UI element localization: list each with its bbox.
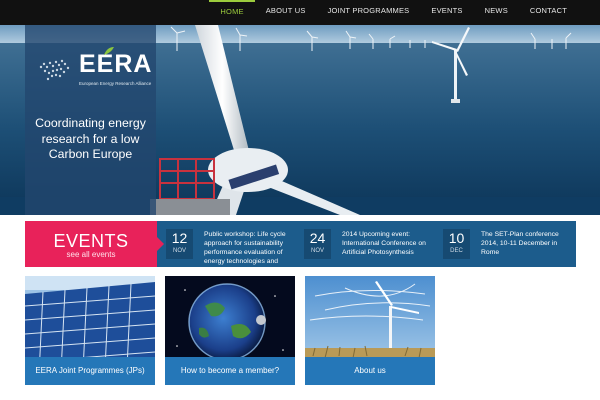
event-item[interactable]: 24 NOV 2014 Upcoming event: Internationa… [304,221,439,267]
main-menu: HOME ABOUT US JOINT PROGRAMMES EVENTS NE… [209,0,578,25]
logo-wordmark: EERA [79,50,153,78]
event-day: 10 [448,230,465,246]
nav-item-home[interactable]: HOME [209,0,255,25]
nav-item-news[interactable]: NEWS [474,0,519,25]
europe-map-icon [39,59,70,81]
event-month: NOV [310,248,324,254]
tile-label[interactable]: EERA Joint Programmes (JPs) [25,357,155,385]
event-title[interactable]: The SET-Plan conference 2014, 10-11 Dece… [481,230,573,267]
eera-logo[interactable]: EERA European Energy Research Alliance [35,45,151,95]
leaf-accent-icon [104,47,114,55]
tile-label[interactable]: About us [305,357,435,385]
event-item[interactable]: 12 NOV Public workshop: Life cycle appro… [166,221,301,267]
event-date: 24 NOV [304,229,331,259]
event-date: 10 DEC [443,229,470,259]
logo-subtitle: European Energy Research Alliance [79,81,152,86]
event-day: 12 [171,230,188,246]
tile-label[interactable]: How to become a member? [165,357,295,385]
tile-joint-programmes[interactable]: EERA Joint Programmes (JPs) [25,276,155,385]
event-title[interactable]: 2014 Upcoming event: International Confe… [342,230,434,267]
event-title[interactable]: Public workshop: Life cycle approach for… [204,230,296,267]
nav-item-events[interactable]: EVENTS [420,0,473,25]
events-bar: EVENTS see all events 12 NOV Public work… [25,221,576,267]
tile-become-member[interactable]: How to become a member? [165,276,295,385]
event-day: 24 [309,230,326,246]
brand-panel: EERA European Energy Research Alliance C… [25,25,156,215]
events-title: EVENTS [53,231,129,251]
event-month: DEC [450,248,463,254]
event-item[interactable]: 10 DEC The SET-Plan conference 2014, 10-… [443,221,576,267]
top-navigation-bar: HOME ABOUT US JOINT PROGRAMMES EVENTS NE… [0,0,600,25]
event-month: NOV [172,248,186,254]
nav-item-contact[interactable]: CONTACT [519,0,578,25]
nav-item-joint-programmes[interactable]: JOINT PROGRAMMES [317,0,421,25]
tile-about-us[interactable]: About us [305,276,435,385]
see-all-events-link[interactable]: see all events [25,250,157,259]
event-date: 12 NOV [166,229,193,259]
hero-tagline: Coordinating energy research for a low C… [35,116,146,161]
events-tab[interactable]: EVENTS see all events [25,221,164,267]
nav-item-about-us[interactable]: ABOUT US [255,0,317,25]
hero-banner: EERA European Energy Research Alliance C… [0,25,600,215]
